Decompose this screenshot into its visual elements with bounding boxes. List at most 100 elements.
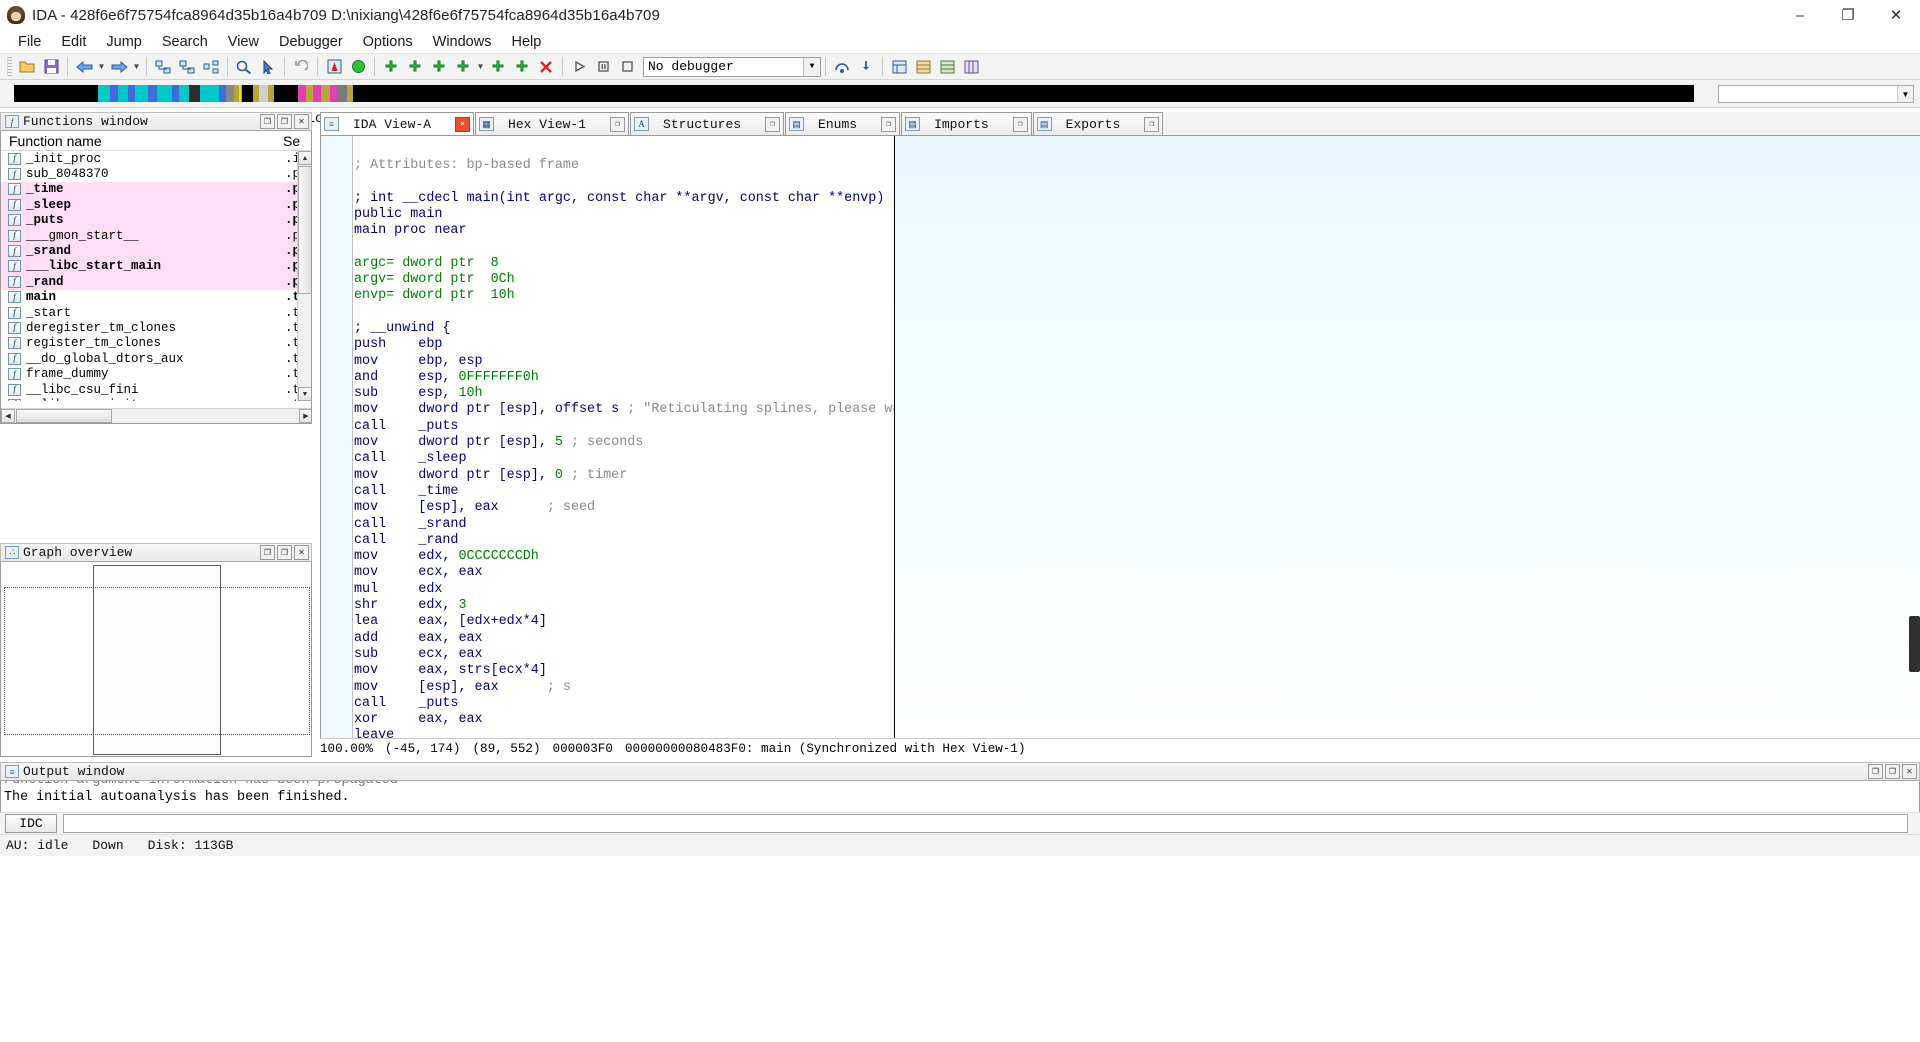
disassembly-line[interactable]: ; Attributes: bp-based frame: [354, 158, 894, 174]
disassembly-line[interactable]: mov [esp], eax ; seed: [354, 500, 894, 516]
tab-close-icon[interactable]: ❐: [881, 116, 897, 132]
tab-close-icon[interactable]: ❐: [765, 116, 781, 132]
graph-overview-body[interactable]: [0, 562, 312, 757]
disassembly-vertical-scrollbar[interactable]: [1908, 136, 1920, 738]
column-header-function-name[interactable]: Function name: [1, 133, 283, 149]
function-list-row[interactable]: f _puts .p: [1, 212, 311, 228]
disassembly-line[interactable]: mov ecx, eax: [354, 565, 894, 581]
scroll-down-icon[interactable]: ▼: [298, 387, 311, 401]
functions-restore-button[interactable]: ❐: [260, 114, 275, 129]
disassembly-line[interactable]: leave: [354, 728, 894, 738]
output-restore-button[interactable]: ❐: [1868, 764, 1883, 779]
disassembly-line[interactable]: mov dword ptr [esp], 0 ; timer: [354, 468, 894, 484]
navigator-strip[interactable]: [14, 85, 1694, 102]
function-list-row[interactable]: f _rand .p: [1, 274, 311, 290]
function-list-row[interactable]: f __libc_csu_fini .t: [1, 382, 311, 397]
functions-table-rows[interactable]: f _init_proc .i f sub_8048370 .p f _time .p f _sle…: [1, 151, 311, 401]
flowchart-icon[interactable]: [176, 56, 198, 77]
scroll-right-icon[interactable]: ▶: [299, 409, 311, 423]
tab-close-icon[interactable]: ❐: [610, 116, 626, 132]
disassembly-line[interactable]: mov edx, 0CCCCCCCDh: [354, 549, 894, 565]
disassembly-line[interactable]: argv= dword ptr 0Ch: [354, 272, 894, 288]
idc-input[interactable]: [63, 814, 1908, 833]
breakpoint-dropdown-icon[interactable]: ▼: [475, 62, 486, 71]
menu-item-search[interactable]: Search: [152, 32, 218, 52]
breakpoint2-icon[interactable]: [404, 56, 426, 77]
debugger-select[interactable]: No debugger ▼: [643, 56, 821, 77]
graph-view-icon[interactable]: [152, 56, 174, 77]
breakpoint3-icon[interactable]: [428, 56, 450, 77]
disassembly-line[interactable]: argc= dword ptr 8: [354, 256, 894, 272]
registers-icon[interactable]: [912, 56, 934, 77]
ida-view-a-disassembly[interactable]: ; Attributes: bp-based frame ; int __cde…: [320, 136, 895, 738]
functions-close-button[interactable]: ✕: [294, 114, 309, 129]
pointer-icon[interactable]: [257, 56, 279, 77]
function-list-row[interactable]: f ___libc_start_main .p: [1, 258, 311, 275]
functions-maximize-button[interactable]: ❐: [277, 114, 292, 129]
disassembly-line[interactable]: call _sleep: [354, 451, 894, 467]
scrollbar-thumb[interactable]: [298, 166, 311, 294]
step-into-icon[interactable]: [855, 56, 877, 77]
back-dropdown-icon[interactable]: ▼: [96, 62, 107, 71]
disassembly-line[interactable]: call _puts: [354, 419, 894, 435]
disassembly-line[interactable]: mul edx: [354, 582, 894, 598]
analysis-red-icon[interactable]: [323, 56, 345, 77]
xrefs-icon[interactable]: [233, 56, 255, 77]
stop-icon[interactable]: [616, 56, 638, 77]
menu-item-edit[interactable]: Edit: [51, 32, 96, 52]
disassembly-line[interactable]: sub ecx, eax: [354, 647, 894, 663]
graph-close-button[interactable]: ✕: [294, 545, 309, 560]
disassembly-line[interactable]: mov [esp], eax ; s: [354, 680, 894, 696]
hex-icon[interactable]: [960, 56, 982, 77]
output-close-button[interactable]: ✕: [1902, 764, 1917, 779]
output-maximize-button[interactable]: ❐: [1885, 764, 1900, 779]
stack-icon[interactable]: [936, 56, 958, 77]
function-list-row[interactable]: f _sleep .p: [1, 197, 311, 213]
disassembly-line[interactable]: ; __unwind {: [354, 321, 894, 337]
disassembly-line[interactable]: push ebp: [354, 337, 894, 353]
function-list-row[interactable]: f _time .p: [1, 181, 311, 198]
tab-close-icon[interactable]: ❐: [1012, 116, 1028, 132]
delete-red-x-icon[interactable]: [535, 56, 557, 77]
menu-item-options[interactable]: Options: [353, 32, 423, 52]
function-list-row[interactable]: f _init_proc .i: [1, 151, 311, 166]
disassembly-line[interactable]: mov eax, strs[ecx*4]: [354, 663, 894, 679]
disassembly-line[interactable]: xor eax, eax: [354, 712, 894, 728]
function-list-row[interactable]: f main .t: [1, 290, 311, 305]
tab-imports[interactable]: ▤ Imports ❐: [901, 112, 1032, 135]
disassembly-line[interactable]: shr edx, 3: [354, 598, 894, 614]
function-list-row[interactable]: f__libc_csu_init.t: [1, 397, 311, 401]
idc-button[interactable]: IDC: [5, 814, 57, 833]
function-list-row[interactable]: f ___gmon_start__ .p: [1, 227, 311, 244]
disassembly-line[interactable]: call _puts: [354, 696, 894, 712]
callgraph-icon[interactable]: [200, 56, 222, 77]
graph-maximize-button[interactable]: ❐: [277, 545, 292, 560]
chevron-down-icon[interactable]: ▼: [1897, 86, 1913, 102]
open-file-icon[interactable]: [16, 56, 38, 77]
scroll-up-icon[interactable]: ▲: [298, 151, 311, 165]
menu-item-help[interactable]: Help: [501, 32, 551, 52]
disassembly-line[interactable]: call _srand: [354, 517, 894, 533]
disassembly-line[interactable]: mov dword ptr [esp], offset s ; "Reticul…: [354, 402, 894, 418]
function-list-row[interactable]: f frame_dummy .t: [1, 366, 311, 381]
disassembly-line[interactable]: main proc near: [354, 223, 894, 239]
menu-item-debugger[interactable]: Debugger: [269, 32, 353, 52]
forward-dropdown-icon[interactable]: ▼: [131, 62, 142, 71]
disassembly-code[interactable]: ; Attributes: bp-based frame ; int __cde…: [354, 136, 894, 738]
pause-icon[interactable]: [592, 56, 614, 77]
scrollbar-thumb[interactable]: [1909, 616, 1920, 672]
forward-arrow-icon[interactable]: [108, 56, 130, 77]
disassembly-line[interactable]: [354, 305, 894, 321]
disassembly-line[interactable]: public main: [354, 207, 894, 223]
function-list-row[interactable]: f register_tm_clones .t: [1, 336, 311, 351]
tab-enums[interactable]: ▤ Enums ❐: [785, 112, 901, 135]
breakpoint4-icon[interactable]: [452, 56, 474, 77]
add-breakpoint-icon[interactable]: [380, 56, 402, 77]
disassembly-line[interactable]: mov ebp, esp: [354, 354, 894, 370]
disassembly-line[interactable]: [354, 174, 894, 190]
tab-close-icon[interactable]: ❐: [1144, 116, 1160, 132]
function-list-row[interactable]: f deregister_tm_clones .t: [1, 320, 311, 335]
breakpoint6-icon[interactable]: [511, 56, 533, 77]
navigator-dropdown[interactable]: ▼: [1718, 85, 1914, 103]
minimize-button[interactable]: –: [1776, 0, 1824, 30]
